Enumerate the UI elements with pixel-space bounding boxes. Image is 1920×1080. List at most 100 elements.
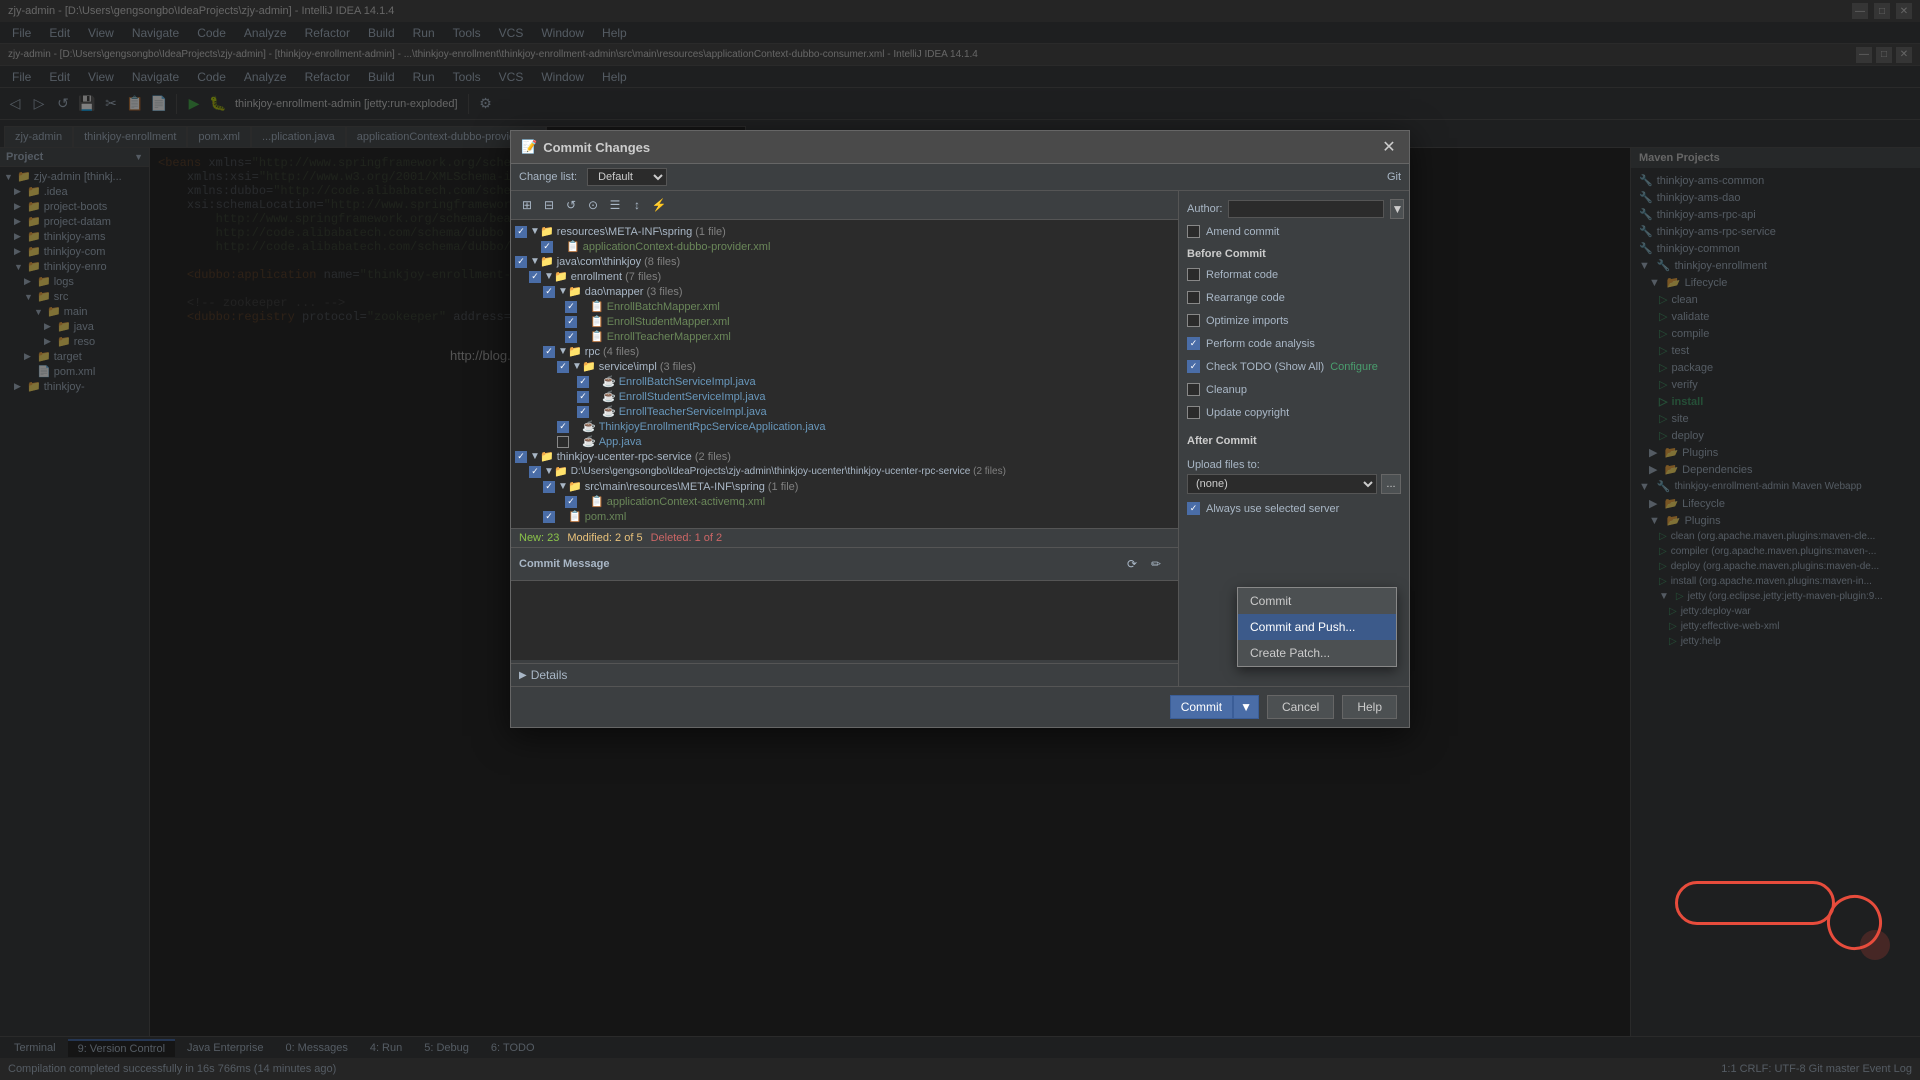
before-commit-analysis: ✓ Perform code analysis	[1187, 335, 1401, 352]
tree-item-enroll-batch-mapper[interactable]: ✓ 📋 EnrollBatchMapper.xml	[511, 299, 1178, 314]
tree-item-activemq-xml[interactable]: ✓ 📋 applicationContext-activemq.xml	[511, 494, 1178, 509]
help-button[interactable]: Help	[1342, 695, 1397, 719]
ftb-filter[interactable]: ⊙	[583, 195, 603, 215]
cancel-button[interactable]: Cancel	[1267, 695, 1334, 719]
tree-item-ucenter-rpc[interactable]: ✓ ▼ 📁 thinkjoy-ucenter-rpc-service (2 fi…	[511, 449, 1178, 464]
checkbox-ucenter-rpc[interactable]: ✓	[515, 451, 527, 463]
configure-link[interactable]: Configure	[1330, 361, 1378, 373]
dialog-close-button[interactable]: ✕	[1379, 137, 1399, 157]
tree-item-service-impl[interactable]: ✓ ▼ 📁 service\impl (3 files)	[511, 359, 1178, 374]
tree-item-enroll-batch-service-impl[interactable]: ✓ ☕ EnrollBatchServiceImpl.java	[511, 374, 1178, 389]
tree-item-provider-xml[interactable]: ✓ 📋 applicationContext-dubbo-provider.xm…	[511, 239, 1178, 254]
cb-cleanup[interactable]	[1187, 383, 1200, 396]
vcs-label: Git	[1387, 171, 1401, 183]
checkbox-thinkjoy-app[interactable]: ✓	[557, 421, 569, 433]
tree-item-enroll-teacher-service-impl[interactable]: ✓ ☕ EnrollTeacherServiceImpl.java	[511, 404, 1178, 419]
label-enrollment: enrollment (7 files)	[571, 271, 661, 283]
commit-message-section: Commit Message ⟳ ✏	[511, 547, 1178, 663]
checkbox-enroll-teacher-mapper[interactable]: ✓	[565, 331, 577, 343]
label-enroll-student-service-impl: EnrollStudentServiceImpl.java	[619, 391, 766, 403]
before-commit-copyright: Update copyright	[1187, 404, 1401, 421]
tree-item-ucenter-spring[interactable]: ✓ ▼ 📁 src\main\resources\META-INF\spring…	[511, 479, 1178, 494]
tree-item-enroll-student-mapper[interactable]: ✓ 📋 EnrollStudentMapper.xml	[511, 314, 1178, 329]
before-commit-title: Before Commit	[1187, 248, 1401, 260]
ftb-collapse-all[interactable]: ⊟	[539, 195, 559, 215]
checkbox-rpc[interactable]: ✓	[543, 346, 555, 358]
label-meta-spring: resources\META-INF\spring (1 file)	[557, 226, 726, 238]
checkbox-activemq-xml[interactable]: ✓	[565, 496, 577, 508]
label-ucenter-spring: src\main\resources\META-INF\spring (1 fi…	[585, 481, 799, 493]
checkbox-meta-spring[interactable]: ✓	[515, 226, 527, 238]
tree-item-app-java[interactable]: ☕ App.java	[511, 434, 1178, 449]
dropdown-item-commit[interactable]: Commit	[1238, 588, 1396, 614]
checkbox-app-java[interactable]	[557, 436, 569, 448]
msg-tool-icon1[interactable]: ⟳	[1122, 554, 1142, 574]
ftb-diff[interactable]: ⚡	[649, 195, 669, 215]
after-commit-title: After Commit	[1187, 435, 1401, 447]
tree-item-ucenter-pom[interactable]: ✓ 📋 pom.xml	[511, 509, 1178, 524]
arrow-enrollment: ▼	[544, 271, 554, 282]
checkbox-enrollment[interactable]: ✓	[529, 271, 541, 283]
msg-tool-icon2[interactable]: ✏	[1146, 554, 1166, 574]
ftb-expand-all[interactable]: ⊞	[517, 195, 537, 215]
checkbox-thinkjoy[interactable]: ✓	[515, 256, 527, 268]
ftb-sort[interactable]: ↕	[627, 195, 647, 215]
cb-analysis[interactable]: ✓	[1187, 337, 1200, 350]
status-deleted: Deleted: 1 of 2	[651, 532, 723, 544]
tree-item-enroll-teacher-mapper[interactable]: ✓ 📋 EnrollTeacherMapper.xml	[511, 329, 1178, 344]
upload-select[interactable]: (none)	[1187, 474, 1377, 494]
dropdown-item-create-patch[interactable]: Create Patch...	[1238, 640, 1396, 666]
changelist-select-wrapper: Default	[587, 168, 667, 186]
checkbox-enroll-teacher-service-impl[interactable]: ✓	[577, 406, 589, 418]
icon-activemq-xml: 📋	[590, 495, 604, 508]
tree-item-enroll-student-service-impl[interactable]: ✓ ☕ EnrollStudentServiceImpl.java	[511, 389, 1178, 404]
label-thinkjoy: java\com\thinkjoy (8 files)	[557, 256, 681, 268]
checkbox-ucenter-spring[interactable]: ✓	[543, 481, 555, 493]
icon-app-java: ☕	[582, 435, 596, 448]
before-commit-optimize: Optimize imports	[1187, 312, 1401, 329]
amend-checkbox[interactable]	[1187, 225, 1200, 238]
upload-section: Upload files to: (none) ...	[1187, 459, 1401, 494]
ftb-refresh[interactable]: ↺	[561, 195, 581, 215]
checkbox-ucenter-path[interactable]: ✓	[529, 466, 541, 478]
cb-rearrange[interactable]	[1187, 291, 1200, 304]
commit-dropdown-menu: Commit Commit and Push... Create Patch..…	[1237, 587, 1397, 667]
checkbox-enroll-student-service-impl[interactable]: ✓	[577, 391, 589, 403]
tree-item-dao-mapper[interactable]: ✓ ▼ 📁 dao\mapper (3 files)	[511, 284, 1178, 299]
commit-button[interactable]: Commit	[1170, 695, 1233, 719]
checkbox-ucenter-pom[interactable]: ✓	[543, 511, 555, 523]
checkbox-enroll-batch-mapper[interactable]: ✓	[565, 301, 577, 313]
dropdown-item-commit-push[interactable]: Commit and Push...	[1238, 614, 1396, 640]
tree-item-thinkjoy[interactable]: ✓ ▼ 📁 java\com\thinkjoy (8 files)	[511, 254, 1178, 269]
icon-ucenter-pom: 📋	[568, 510, 582, 523]
checkbox-enroll-student-mapper[interactable]: ✓	[565, 316, 577, 328]
details-section[interactable]: ▶ Details	[511, 663, 1178, 686]
cb-copyright[interactable]	[1187, 406, 1200, 419]
author-btn[interactable]: ▼	[1390, 199, 1404, 219]
checkbox-enroll-batch-service-impl[interactable]: ✓	[577, 376, 589, 388]
checkbox-service-impl[interactable]: ✓	[557, 361, 569, 373]
cb-todo[interactable]: ✓	[1187, 360, 1200, 373]
tree-item-ucenter-path[interactable]: ✓ ▼ 📁 D:\Users\gengsongbo\IdeaProjects\z…	[511, 464, 1178, 479]
details-arrow: ▶	[519, 670, 527, 681]
checkbox-dao-mapper[interactable]: ✓	[543, 286, 555, 298]
arrow-service-impl: ▼	[572, 361, 582, 372]
author-input[interactable]	[1228, 200, 1384, 218]
ftb-group[interactable]: ☰	[605, 195, 625, 215]
changelist-select[interactable]: Default	[587, 168, 667, 186]
tree-item-thinkjoy-app[interactable]: ✓ ☕ ThinkjoyEnrollmentRpcServiceApplicat…	[511, 419, 1178, 434]
checkbox-provider-xml[interactable]: ✓	[541, 241, 553, 253]
cb-always-server[interactable]: ✓	[1187, 502, 1200, 515]
icon-enroll-teacher-service-impl: ☕	[602, 405, 616, 418]
icon-thinkjoy-app: ☕	[582, 420, 596, 433]
upload-config-btn[interactable]: ...	[1381, 474, 1401, 494]
tree-item-rpc[interactable]: ✓ ▼ 📁 rpc (4 files)	[511, 344, 1178, 359]
icon-thinkjoy: 📁	[540, 255, 554, 268]
tree-item-enrollment[interactable]: ✓ ▼ 📁 enrollment (7 files)	[511, 269, 1178, 284]
tree-item-meta-spring[interactable]: ✓ ▼ 📁 resources\META-INF\spring (1 file)	[511, 224, 1178, 239]
cb-optimize[interactable]	[1187, 314, 1200, 327]
icon-enroll-student-mapper: 📋	[590, 315, 604, 328]
cb-reformat[interactable]	[1187, 268, 1200, 281]
commit-message-textarea[interactable]	[511, 580, 1178, 660]
commit-dropdown-arrow[interactable]: ▼	[1233, 695, 1259, 719]
